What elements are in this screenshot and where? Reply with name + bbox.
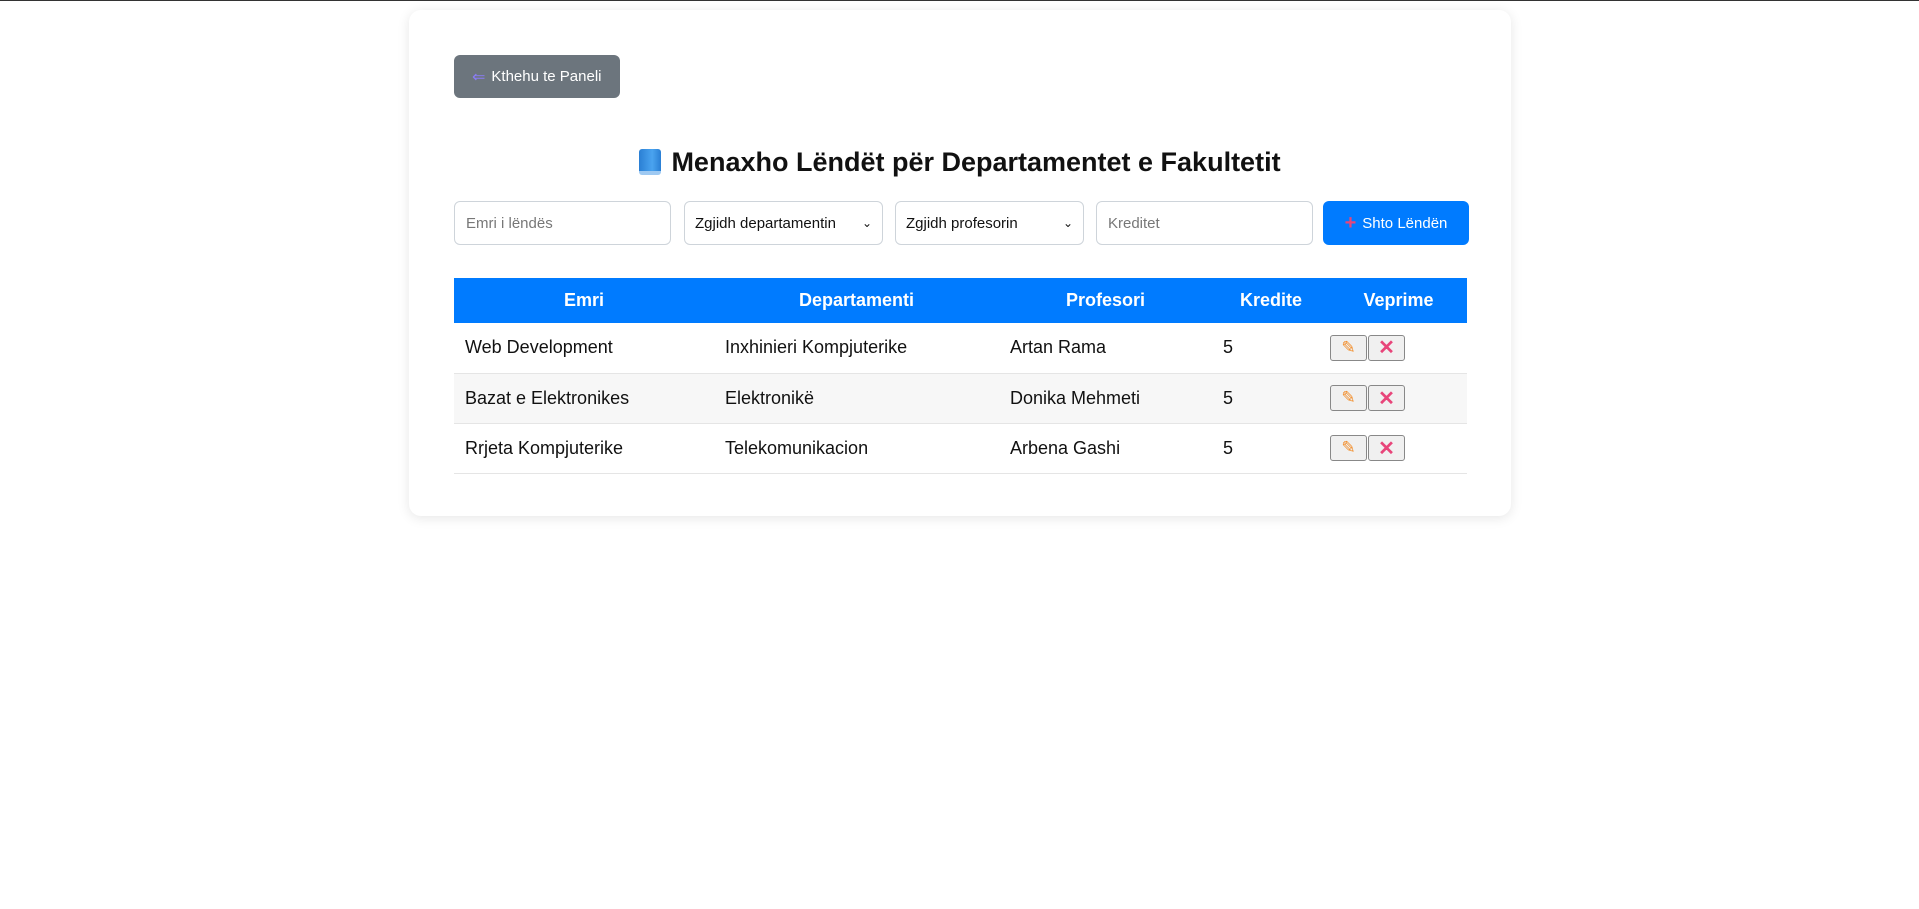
page-title: Menaxho Lëndët për Departamentet e Fakul… bbox=[409, 143, 1511, 181]
arrow-left-icon: ⇐ bbox=[472, 68, 486, 86]
cell-actions: ✎ ✕ bbox=[1330, 423, 1467, 474]
cell-credits: 5 bbox=[1212, 323, 1330, 374]
department-select-value: Zgjidh departamentin bbox=[695, 214, 836, 232]
close-icon: ✕ bbox=[1378, 437, 1395, 460]
delete-button[interactable]: ✕ bbox=[1368, 385, 1405, 411]
table-row: Web Development Inxhinieri Kompjuterike … bbox=[454, 323, 1467, 374]
edit-button[interactable]: ✎ bbox=[1330, 334, 1367, 361]
header-professor: Profesori bbox=[999, 278, 1212, 323]
cell-department: Telekomunikacion bbox=[714, 423, 999, 474]
pencil-icon: ✎ bbox=[1341, 337, 1356, 357]
subjects-table: Emri Departamenti Profesori Kredite Vepr… bbox=[454, 278, 1467, 474]
table-row: Rrjeta Kompjuterike Telekomunikacion Arb… bbox=[454, 423, 1467, 474]
back-to-dashboard-button[interactable]: ⇐ Kthehu te Paneli bbox=[454, 55, 620, 98]
cell-department: Elektronikë bbox=[714, 373, 999, 424]
header-actions: Veprime bbox=[1330, 278, 1467, 323]
subject-name-input[interactable] bbox=[454, 201, 671, 245]
pencil-icon: ✎ bbox=[1341, 438, 1356, 457]
header-credits: Kredite bbox=[1212, 278, 1330, 323]
delete-button[interactable]: ✕ bbox=[1368, 435, 1405, 461]
plus-icon: + bbox=[1344, 212, 1357, 234]
cell-actions: ✎ ✕ bbox=[1330, 373, 1467, 424]
delete-button[interactable]: ✕ bbox=[1368, 334, 1405, 361]
header-department: Departamenti bbox=[714, 278, 999, 323]
blue-book-icon bbox=[639, 149, 662, 175]
back-button-label: Kthehu te Paneli bbox=[491, 68, 602, 85]
add-subject-form: Zgjidh departamentin ⌄ Zgjidh profesorin… bbox=[454, 201, 1469, 245]
cell-professor: Donika Mehmeti bbox=[999, 373, 1212, 424]
cell-department: Inxhinieri Kompjuterike bbox=[714, 323, 999, 374]
professor-select-value: Zgjidh profesorin bbox=[906, 214, 1018, 232]
pencil-icon: ✎ bbox=[1341, 388, 1356, 407]
close-icon: ✕ bbox=[1378, 337, 1395, 360]
add-button-label: Shto Lëndën bbox=[1362, 214, 1448, 232]
edit-button[interactable]: ✎ bbox=[1330, 435, 1367, 461]
chevron-down-icon: ⌄ bbox=[861, 216, 872, 230]
cell-name: Web Development bbox=[454, 323, 714, 374]
page-title-text: Menaxho Lëndët për Departamentet e Fakul… bbox=[671, 147, 1281, 177]
cell-credits: 5 bbox=[1212, 423, 1330, 474]
courses-card: ⇐ Kthehu te Paneli Menaxho Lëndët për De… bbox=[409, 10, 1511, 516]
department-select[interactable]: Zgjidh departamentin ⌄ bbox=[684, 201, 883, 245]
add-subject-button[interactable]: + Shto Lëndën bbox=[1323, 201, 1469, 245]
cell-actions: ✎ ✕ bbox=[1330, 323, 1467, 374]
table-header-row: Emri Departamenti Profesori Kredite Vepr… bbox=[454, 278, 1467, 323]
header-name: Emri bbox=[454, 278, 714, 323]
credits-input[interactable] bbox=[1096, 201, 1313, 245]
cell-professor: Arbena Gashi bbox=[999, 423, 1212, 474]
cell-credits: 5 bbox=[1212, 373, 1330, 424]
cell-name: Rrjeta Kompjuterike bbox=[454, 423, 714, 474]
edit-button[interactable]: ✎ bbox=[1330, 385, 1367, 411]
table-row: Bazat e Elektronikes Elektronikë Donika … bbox=[454, 373, 1467, 424]
cell-professor: Artan Rama bbox=[999, 323, 1212, 374]
cell-name: Bazat e Elektronikes bbox=[454, 373, 714, 424]
close-icon: ✕ bbox=[1378, 387, 1395, 410]
chevron-down-icon: ⌄ bbox=[1062, 216, 1073, 230]
professor-select[interactable]: Zgjidh profesorin ⌄ bbox=[895, 201, 1084, 245]
